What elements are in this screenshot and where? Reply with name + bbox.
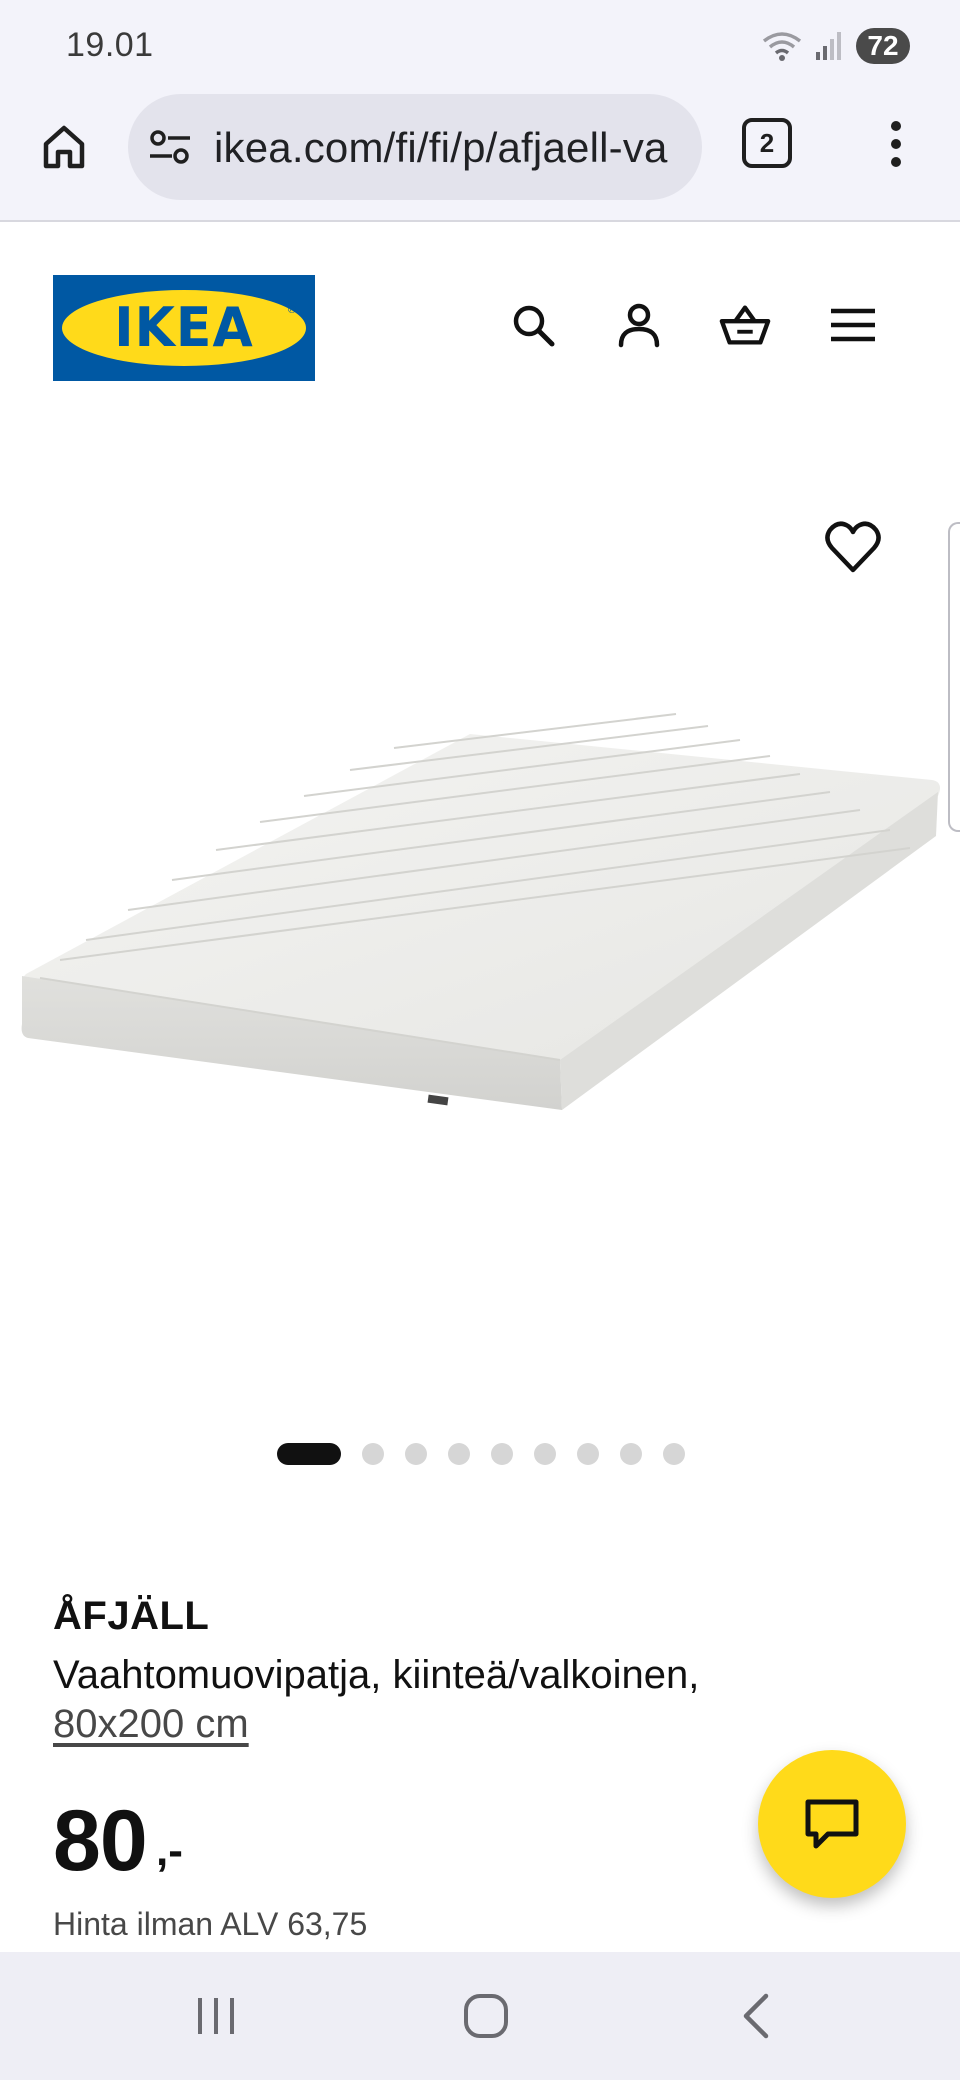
hamburger-menu-icon	[831, 308, 875, 342]
basket-button[interactable]	[718, 298, 772, 352]
url-text[interactable]: ikea.com/fi/fi/p/afjaell-va	[214, 124, 694, 172]
mattress-image[interactable]	[0, 420, 960, 1280]
hamburger-menu-button[interactable]	[826, 298, 880, 352]
price-without-vat: Hinta ilman ALV 63,75	[53, 1906, 368, 1942]
favorite-button[interactable]	[824, 520, 882, 574]
carousel-dot[interactable]	[362, 1443, 384, 1465]
back-icon	[743, 1993, 769, 2039]
carousel-dot[interactable]	[448, 1443, 470, 1465]
wifi-icon	[762, 32, 802, 61]
recent-apps-button[interactable]	[186, 1986, 246, 2046]
site-settings-icon[interactable]	[148, 125, 192, 169]
carousel-pagination	[277, 1443, 706, 1465]
product-price: 80	[53, 1793, 148, 1889]
carousel-dot[interactable]	[577, 1443, 599, 1465]
status-bar: 19.01 72	[0, 0, 960, 88]
tab-switcher-button[interactable]: 2	[742, 118, 792, 168]
status-icons: 72	[762, 26, 910, 66]
basket-icon	[719, 305, 771, 345]
carousel-dot[interactable]	[534, 1443, 556, 1465]
logo-text: IKEA	[114, 296, 254, 360]
home-nav-icon	[464, 1994, 508, 2038]
recent-apps-icon	[198, 1998, 234, 2034]
search-icon	[513, 305, 555, 347]
product-description: Vaahtomuovipatja, kiinteä/valkoinen,	[53, 1653, 700, 1697]
product-size-link[interactable]: 80x200 cm	[53, 1702, 249, 1747]
browser-toolbar: ikea.com/fi/fi/p/afjaell-va 2	[0, 88, 960, 222]
price-suffix: ,-	[156, 1826, 183, 1875]
status-time: 19.01	[66, 26, 154, 64]
chat-icon	[805, 1799, 859, 1849]
back-button[interactable]	[726, 1986, 786, 2046]
carousel-dot[interactable]	[405, 1443, 427, 1465]
search-button[interactable]	[506, 298, 560, 352]
more-vert-icon[interactable]	[876, 112, 916, 176]
battery-icon: 72	[856, 28, 910, 64]
product-name: ÅFJÄLL	[53, 1594, 210, 1638]
home-button[interactable]	[36, 118, 92, 174]
heart-icon	[825, 521, 881, 573]
chat-button[interactable]	[758, 1750, 906, 1898]
carousel-dot[interactable]	[277, 1443, 341, 1465]
address-bar[interactable]: ikea.com/fi/fi/p/afjaell-va	[128, 94, 702, 200]
system-nav-bar	[0, 1952, 960, 2080]
carousel-dot[interactable]	[620, 1443, 642, 1465]
carousel-dot[interactable]	[491, 1443, 513, 1465]
home-icon	[43, 125, 85, 169]
carousel-dot[interactable]	[663, 1443, 685, 1465]
home-nav-button[interactable]	[456, 1986, 516, 2046]
account-icon	[618, 303, 660, 348]
ikea-logo[interactable]: IKEA ®	[53, 275, 315, 381]
signal-icon	[816, 32, 841, 60]
account-button[interactable]	[612, 298, 666, 352]
scroll-handle[interactable]	[948, 522, 960, 832]
